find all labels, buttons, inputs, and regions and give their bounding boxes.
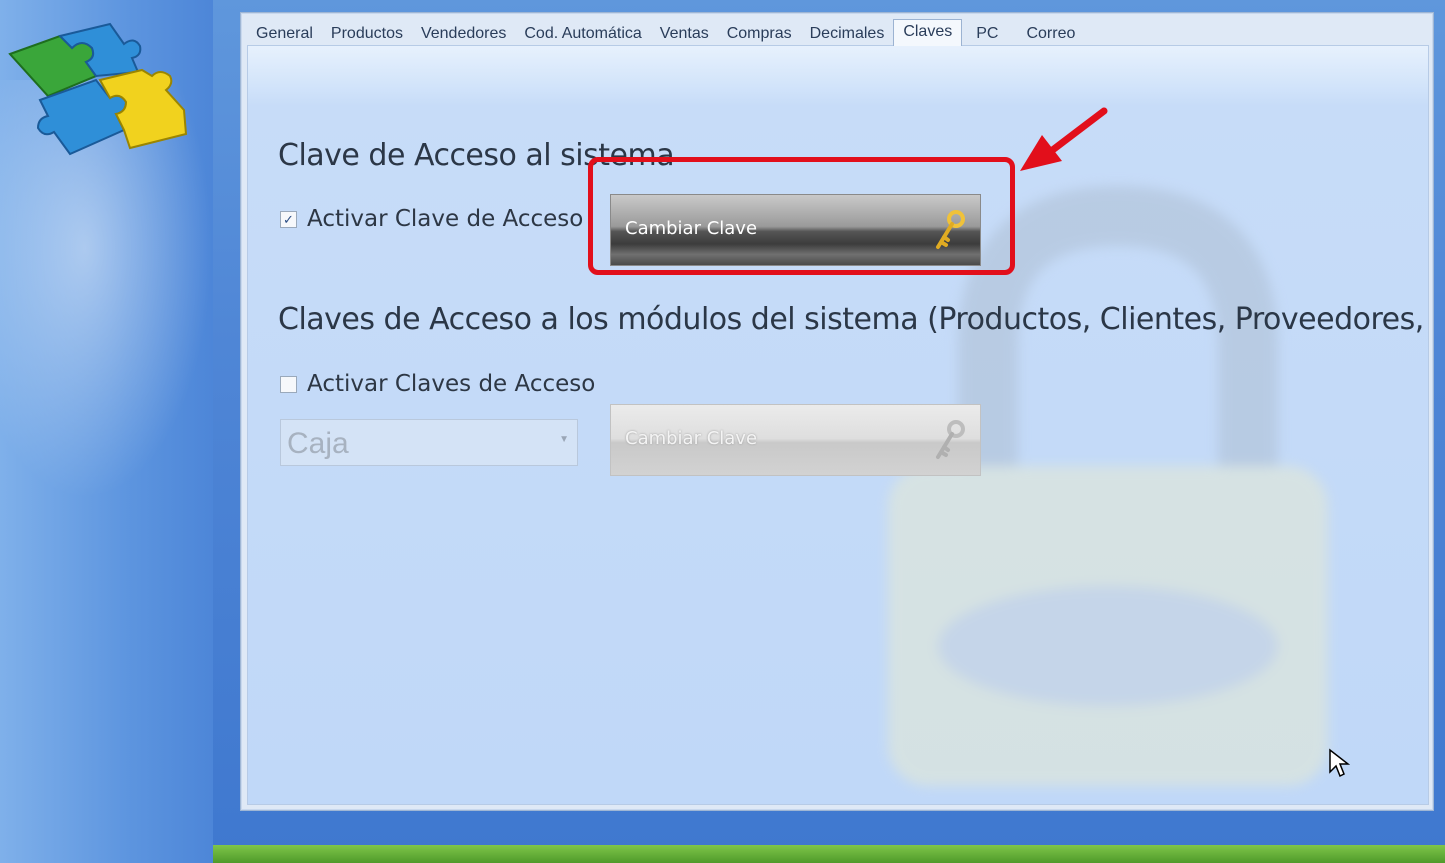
modules-section-title: Claves de Acceso a los módulos del siste…: [278, 302, 1429, 337]
tab-strip: General Productos Vendedores Cod. Automá…: [247, 19, 1427, 46]
module-select-value: Caja: [287, 427, 349, 460]
key-icon: [936, 420, 965, 459]
tab-pc[interactable]: PC: [962, 21, 1012, 45]
change-module-password-button[interactable]: Cambiar Clave: [610, 404, 981, 476]
modules-checkbox[interactable]: [280, 375, 297, 393]
options-dialog: General Productos Vendedores Cod. Automá…: [240, 12, 1434, 811]
red-arrow-annotation: [1020, 107, 1108, 171]
module-select[interactable]: Caja ▼: [280, 419, 578, 466]
grass-strip: [213, 845, 1445, 863]
change-module-password-label: Cambiar Clave: [625, 428, 758, 449]
puzzle-logo-icon: [8, 22, 188, 156]
tab-decimales[interactable]: Decimales: [801, 21, 894, 45]
tab-cod-automatica[interactable]: Cod. Automática: [515, 21, 650, 45]
mouse-cursor-icon: [1329, 748, 1350, 778]
highlight-annotation-box: [588, 157, 1015, 275]
tab-productos[interactable]: Productos: [322, 21, 412, 45]
system-checkbox[interactable]: ✓: [280, 210, 297, 228]
tab-ventas[interactable]: Ventas: [651, 21, 718, 45]
tab-general[interactable]: General: [247, 21, 322, 45]
tab-correo[interactable]: Correo: [1012, 21, 1089, 45]
modules-checkbox-row[interactable]: Activar Claves de Acceso: [280, 371, 595, 397]
system-checkbox-label: Activar Clave de Acceso: [307, 206, 584, 232]
tab-claves[interactable]: Claves: [893, 19, 963, 46]
tab-compras[interactable]: Compras: [718, 21, 801, 45]
tab-vendedores[interactable]: Vendedores: [412, 21, 515, 45]
modules-checkbox-label: Activar Claves de Acceso: [307, 371, 596, 397]
chevron-down-icon: ▼: [559, 434, 569, 445]
system-checkbox-row[interactable]: ✓ Activar Clave de Acceso: [280, 206, 583, 232]
